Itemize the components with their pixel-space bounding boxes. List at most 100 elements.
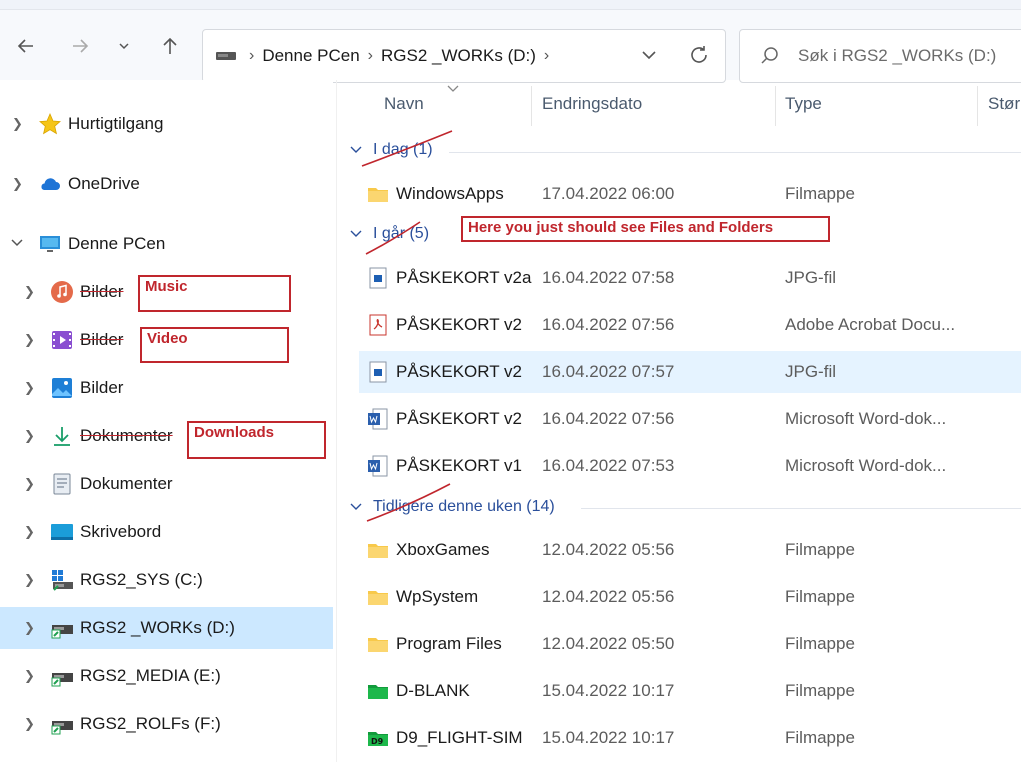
file-date: 16.04.2022 07:56 (542, 409, 675, 428)
breadcrumb-this-pc[interactable]: Denne PCen (262, 46, 359, 66)
sidebar-item-drive-c[interactable]: ❯ RGS2_SYS (C:) (0, 559, 333, 601)
chevron-right-icon: › (543, 47, 550, 64)
file-name: PÅSKEKORT v2a (396, 268, 532, 287)
back-button[interactable] (12, 32, 40, 60)
sidebar-item-label: RGS2 _WORKs (D:) (80, 618, 235, 637)
chevron-right-icon[interactable]: ❯ (24, 428, 35, 444)
file-date: 16.04.2022 07:58 (542, 268, 675, 287)
chevron-right-icon[interactable]: ❯ (24, 380, 35, 396)
chevron-right-icon[interactable]: ❯ (24, 284, 35, 300)
drive-icon (216, 52, 236, 60)
search-box[interactable]: Søk i RGS2 _WORKs (D:) (739, 29, 1021, 83)
column-header-size[interactable]: Stør (988, 94, 1020, 114)
file-date: 16.04.2022 07:56 (542, 315, 675, 334)
sidebar-item-documents[interactable]: ❯ Dokumenter (0, 463, 333, 505)
sidebar-item-pictures[interactable]: ❯ Bilder (0, 367, 333, 409)
group-label: I går (373, 225, 406, 242)
arrow-right-icon (73, 39, 89, 53)
sidebar-item-label: RGS2_SYS (C:) (80, 570, 203, 589)
chevron-down-icon[interactable] (10, 236, 24, 253)
file-type: Filmappe (785, 681, 855, 700)
folder-icon (368, 188, 388, 202)
sidebar-item-desktop[interactable]: ❯ Skrivebord (0, 511, 333, 553)
chevron-right-icon[interactable]: ❯ (24, 332, 35, 348)
file-row[interactable]: PÅSKEKORT v2 16.04.2022 07:57 JPG-fil (359, 351, 1021, 393)
file-row[interactable]: Program Files 12.04.2022 05:50 Filmappe (359, 623, 1021, 665)
address-bar[interactable]: › Denne PCen › RGS2 _WORKs (D:) › (202, 29, 726, 83)
chevron-right-icon[interactable]: ❯ (24, 668, 35, 684)
chevron-right-icon[interactable]: ❯ (24, 524, 35, 540)
sidebar-item-this-pc[interactable]: Denne PCen (0, 223, 333, 265)
chevron-right-icon[interactable]: ❯ (24, 572, 35, 588)
column-divider[interactable] (977, 86, 978, 126)
d9-folder-icon: D9 (368, 732, 388, 746)
file-name: PÅSKEKORT v2 (396, 409, 522, 428)
chevron-right-icon[interactable]: ❯ (12, 116, 23, 132)
column-header-name[interactable]: Navn (384, 94, 424, 114)
group-divider (449, 152, 1021, 153)
chevron-right-icon: › (249, 47, 255, 64)
image-file-icon (369, 361, 387, 383)
file-row[interactable]: WpSystem 12.04.2022 05:56 Filmappe (359, 576, 1021, 618)
address-dropdown-button[interactable] (639, 45, 659, 70)
file-name: PÅSKEKORT v2 (396, 315, 522, 334)
sidebar-item-label: RGS2_ROLFs (F:) (80, 714, 221, 733)
file-row[interactable]: PÅSKEKORT v2 16.04.2022 07:56 Microsoft … (359, 398, 1021, 440)
sidebar-item-drive-e[interactable]: ❯ RGS2_MEDIA (E:) (0, 655, 333, 697)
file-row[interactable]: D-BLANK 15.04.2022 10:17 Filmappe (359, 670, 1021, 712)
group-header-today[interactable]: I dag (1) (349, 141, 433, 159)
recent-locations-button[interactable] (110, 32, 138, 60)
column-header-date[interactable]: Endringsdato (542, 94, 642, 114)
sidebar-item-drive-f[interactable]: ❯ RGS2_ROLFs (F:) (0, 703, 333, 745)
chevron-down-icon (119, 43, 129, 50)
pictures-icon (52, 378, 72, 398)
documents-icon (53, 473, 71, 495)
file-name: Program Files (396, 634, 502, 653)
file-type: Microsoft Word-dok... (785, 409, 947, 428)
sidebar-item-drive-d[interactable]: ❯ RGS2 _WORKs (D:) (0, 607, 333, 649)
word-icon (368, 408, 388, 430)
folder-icon (368, 591, 388, 605)
sidebar-item-onedrive[interactable]: ❯ OneDrive (0, 163, 333, 205)
breadcrumb-drive-d[interactable]: RGS2 _WORKs (D:) (381, 46, 536, 66)
file-date: 15.04.2022 10:17 (542, 681, 675, 700)
file-row[interactable]: XboxGames 12.04.2022 05:56 Filmappe (359, 529, 1021, 571)
sidebar-item-label: Skrivebord (80, 522, 162, 541)
monitor-icon (40, 236, 60, 252)
group-count: (5) (409, 225, 430, 242)
refresh-button[interactable] (687, 43, 711, 72)
group-count: (1) (413, 141, 433, 158)
chevron-right-icon[interactable]: ❯ (24, 476, 35, 492)
column-header-type[interactable]: Type (785, 94, 822, 114)
file-type: JPG-fil (785, 268, 836, 287)
file-row[interactable]: WindowsApps 17.04.2022 06:00 Filmappe (359, 173, 1021, 215)
video-icon (52, 331, 72, 349)
up-button[interactable] (156, 32, 184, 60)
group-label: I dag (373, 141, 409, 158)
svg-text:D9: D9 (371, 737, 384, 746)
sidebar-item-label: Bilder (80, 282, 124, 301)
chevron-right-icon[interactable]: ❯ (12, 176, 23, 192)
file-name: PÅSKEKORT v1 (396, 456, 522, 475)
sidebar-item-label: Bilder (80, 378, 124, 397)
file-row[interactable]: PÅSKEKORT v1 16.04.2022 07:53 Microsoft … (359, 445, 1021, 487)
chevron-right-icon[interactable]: ❯ (24, 620, 35, 636)
file-row[interactable]: PÅSKEKORT v2 16.04.2022 07:56 Adobe Acro… (359, 304, 1021, 346)
sidebar-item-label: OneDrive (68, 174, 140, 193)
green-folder-icon (368, 685, 388, 699)
chevron-down-icon (11, 238, 23, 246)
file-type: Filmappe (785, 540, 855, 559)
group-header-earlier-this-week[interactable]: Tidligere denne uken (14) (349, 498, 555, 516)
file-row[interactable]: PÅSKEKORT v2a 16.04.2022 07:58 JPG-fil (359, 257, 1021, 299)
forward-button[interactable] (66, 32, 94, 60)
chevron-down-icon (350, 146, 362, 153)
sidebar-item-quick-access[interactable]: ❯ Hurtigtilgang (0, 103, 333, 145)
group-header-yesterday[interactable]: I går (5) (349, 225, 429, 243)
column-divider[interactable] (531, 86, 532, 126)
desktop-icon (51, 524, 73, 540)
column-divider[interactable] (775, 86, 776, 126)
sidebar-item-label: Dokumenter (80, 426, 173, 445)
refresh-icon (691, 46, 707, 63)
file-row[interactable]: D9 D9_FLIGHT-SIM 15.04.2022 10:17 Filmap… (359, 717, 1021, 759)
chevron-right-icon[interactable]: ❯ (24, 716, 35, 732)
